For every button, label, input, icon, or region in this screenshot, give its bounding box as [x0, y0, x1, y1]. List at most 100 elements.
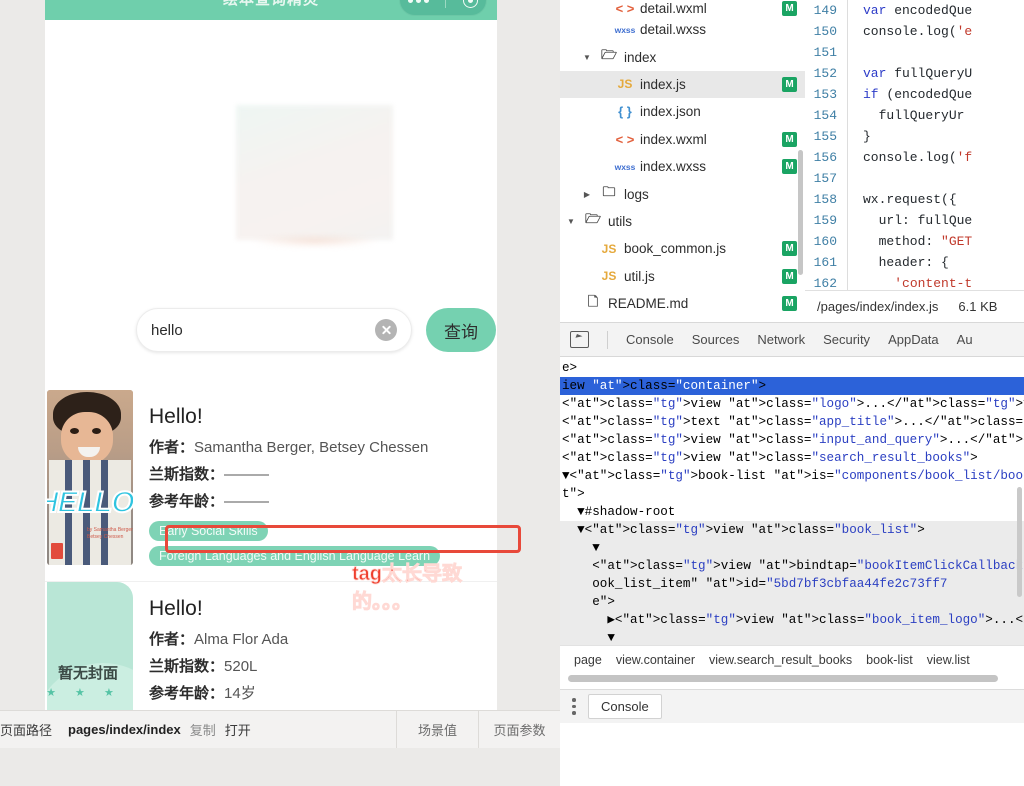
- breadcrumb-item[interactable]: view.container: [616, 653, 695, 667]
- file-name: logs: [624, 186, 649, 202]
- close-target-icon[interactable]: [462, 0, 478, 8]
- code-line: 153 if (encodedQue: [805, 84, 1024, 105]
- line-number: 153: [813, 87, 837, 102]
- page-body: hello 查询 ELLO by Samantha Berger Betsey …: [45, 20, 497, 748]
- dom-node-line[interactable]: ▼#shadow-root: [560, 503, 1024, 521]
- book-age-value: 14岁: [224, 685, 256, 702]
- line-number: 152: [813, 66, 837, 81]
- page-path-label: 页面路径: [0, 723, 53, 738]
- dom-node-line[interactable]: ▶<"at">class="tg">view "at">class="book_…: [560, 611, 1024, 629]
- breadcrumb-item[interactable]: view.list: [927, 653, 970, 667]
- file-tree-item[interactable]: ▸JSindex.jsM: [560, 70, 805, 99]
- file-name: README.md: [608, 296, 689, 312]
- code-editor[interactable]: 149 var encodedQue 150 console.log('e 151 152…: [805, 0, 1024, 290]
- breadcrumb-item[interactable]: page: [574, 653, 602, 667]
- code-line: 161 header: {: [805, 252, 1024, 273]
- dom-node-line[interactable]: <"at">class="tg">view "at">bindtap="book…: [560, 557, 1024, 575]
- tab-network[interactable]: Network: [757, 332, 805, 347]
- dom-tree-scrollbar[interactable]: [1017, 487, 1022, 597]
- more-icon[interactable]: [408, 0, 430, 3]
- copy-button[interactable]: 复制: [190, 720, 216, 739]
- ide-pane: ▸< >detail.wxmlM▸wxssdetail.wxss▼🗁index▸…: [560, 0, 1024, 786]
- dom-node-line[interactable]: <"at">class="tg">text "at">class="app_ti…: [560, 413, 1024, 431]
- file-tree-item[interactable]: ▸JSbook_common.jsM: [560, 235, 805, 262]
- file-tree-item[interactable]: ▸< >detail.wxmlM: [560, 0, 805, 16]
- line-number: 154: [813, 108, 837, 123]
- modified-badge: M: [782, 241, 797, 257]
- dom-node-line[interactable]: <"at">class="tg">view "at">class="search…: [560, 449, 1024, 467]
- dom-horizontal-scrollbar[interactable]: [568, 675, 998, 682]
- app-logo-image: [236, 105, 393, 240]
- code-line: 151: [805, 42, 1024, 63]
- book-lexile-label: 兰斯指数：: [149, 658, 225, 675]
- line-number: 151: [813, 45, 837, 60]
- dom-tree[interactable]: e> iew "at">class="container"> <"at">class…: [560, 357, 1024, 645]
- dom-node-line[interactable]: <"at">class="tg">view "at">class="input_…: [560, 431, 1024, 449]
- file-tree-item[interactable]: ▸JSutil.jsM: [560, 263, 805, 290]
- gutter: [847, 231, 863, 252]
- editor-file-tab[interactable]: /pages/index/index.js 6.1 KB: [805, 290, 1024, 322]
- tab-sources[interactable]: Sources: [692, 332, 740, 347]
- code-line: 162 'content-t: [805, 273, 1024, 290]
- tab-console[interactable]: Console: [588, 694, 662, 719]
- page-params-button[interactable]: 页面参数: [478, 710, 560, 748]
- dom-node-line[interactable]: iew "at">class="container">: [560, 377, 1024, 395]
- book-tag[interactable]: Early Social Skills: [149, 521, 268, 541]
- code-text: console.log('f: [863, 150, 973, 165]
- tab-appdata[interactable]: AppData: [888, 332, 939, 347]
- chevron-right-icon[interactable]: ▶: [580, 190, 594, 199]
- book-list-item[interactable]: HELLO! by Samantha BergerBetsey Chessen …: [45, 390, 497, 581]
- file-tree-item[interactable]: ▸wxssindex.wxssM: [560, 153, 805, 180]
- tab-security[interactable]: Security: [823, 332, 870, 347]
- file-tree-item[interactable]: ▸wxssdetail.wxss: [560, 16, 805, 43]
- code-text: method: "GET: [863, 234, 973, 249]
- dom-node-line[interactable]: ▼<"at">class="tg">book-list "at">is="com…: [560, 467, 1024, 485]
- scene-value-button[interactable]: 场景值: [396, 710, 478, 748]
- open-button[interactable]: 打开: [225, 720, 251, 739]
- breadcrumb-item[interactable]: view.search_result_books: [709, 653, 852, 667]
- file-tree-scrollbar[interactable]: [798, 150, 803, 275]
- file-name: detail.wxss: [640, 22, 707, 38]
- wxss-file-icon: wxss: [614, 24, 636, 35]
- file-tree-item[interactable]: ▼ 🗁 index: [560, 43, 805, 70]
- dom-node-line[interactable]: e>: [560, 359, 1024, 377]
- devtools-panel: Console Sources Network Security AppData Au e…: [560, 322, 1024, 786]
- more-vertical-icon[interactable]: [572, 698, 576, 715]
- clear-icon[interactable]: [375, 319, 397, 341]
- dom-node-line[interactable]: e">: [560, 593, 1024, 611]
- search-input[interactable]: hello: [136, 308, 412, 352]
- dom-node-line[interactable]: ▼: [560, 629, 1024, 645]
- gutter: [847, 168, 863, 189]
- inspect-element-icon[interactable]: [570, 331, 589, 348]
- dom-node-line[interactable]: ook_list_item" "at">id="5bd7bf3cbfaa44fe…: [560, 575, 1024, 593]
- capsule-button[interactable]: [399, 0, 487, 16]
- code-text: fullQueryUr: [863, 108, 965, 123]
- tab-console[interactable]: Console: [626, 332, 674, 347]
- modified-badge: M: [782, 268, 797, 284]
- file-tree-item[interactable]: ▼ 🗁 utils: [560, 208, 805, 235]
- file-tree-item[interactable]: ▸< >index.wxmlM: [560, 126, 805, 153]
- query-button[interactable]: 查询: [426, 308, 496, 352]
- modified-badge: M: [782, 131, 797, 147]
- code-text: 'content-t: [894, 276, 973, 290]
- line-number: 161: [813, 255, 837, 270]
- dom-node-line[interactable]: <"at">class="tg">view "at">class="logo">…: [560, 395, 1024, 413]
- dom-node-line[interactable]: ▼<"at">class="tg">view "at">class="book_…: [560, 521, 1024, 539]
- js-file-icon: JS: [601, 241, 617, 256]
- chevron-down-icon[interactable]: ▼: [564, 217, 578, 226]
- book-lexile-value: 520L: [224, 658, 258, 675]
- dom-node-line[interactable]: t">: [560, 485, 1024, 503]
- file-tree[interactable]: ▸< >detail.wxmlM▸wxssdetail.wxss▼🗁index▸…: [560, 0, 805, 322]
- file-tree-item[interactable]: ▶ 🗀 logs: [560, 180, 805, 207]
- file-name: detail.wxml: [640, 1, 707, 16]
- chevron-down-icon[interactable]: ▼: [580, 53, 594, 62]
- file-tree-item[interactable]: ▸{ }index.json: [560, 98, 805, 125]
- folder-file-icon: 🗀: [602, 184, 616, 200]
- wechat-devtools-simulator: 绘本查询精灵 hello 查询: [0, 0, 560, 748]
- breadcrumb-item[interactable]: book-list: [866, 653, 913, 667]
- input-and-query-row: hello 查询: [136, 308, 496, 352]
- file-tree-item[interactable]: ▸🗋README.mdM: [560, 290, 805, 317]
- gutter: [847, 21, 863, 42]
- dom-node-line[interactable]: ▼: [560, 539, 1024, 557]
- tab-au[interactable]: Au: [957, 332, 973, 347]
